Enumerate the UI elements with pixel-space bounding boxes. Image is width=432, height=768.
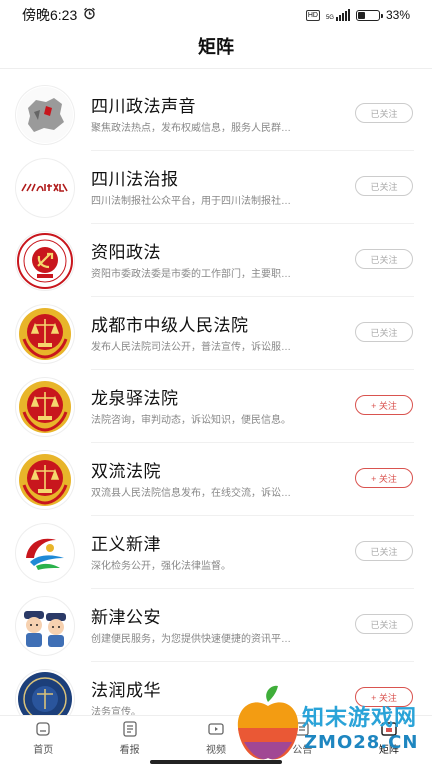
followed-button[interactable]: 已关注 bbox=[355, 176, 413, 196]
account-name: 龙泉驿法院 bbox=[91, 389, 179, 408]
net-type: 5G bbox=[325, 15, 334, 21]
account-name: 四川政法声音 bbox=[91, 97, 196, 116]
followed-button[interactable]: 已关注 bbox=[355, 614, 413, 634]
tab-home[interactable]: 首页 bbox=[0, 716, 86, 768]
account-name: 正义新津 bbox=[91, 535, 161, 554]
list-item[interactable]: 四川法治报 四川法制报社公众平台，用于四川法制报社… 已关注 bbox=[0, 151, 432, 224]
hd-badge: HD bbox=[305, 9, 320, 21]
procuratorate-logo-icon bbox=[16, 524, 74, 582]
tab-label: 看报 bbox=[119, 745, 140, 756]
account-desc: 聚焦政法热点，发布权威信息，服务人民群… bbox=[91, 123, 291, 134]
followed-button[interactable]: 已关注 bbox=[355, 322, 413, 342]
list-item[interactable]: 成都市中级人民法院 发布人民法院司法公开，普法宣传，诉讼服… 已关注 bbox=[0, 297, 432, 370]
status-bar: 傍晚6:23 HD 5G 33% bbox=[0, 0, 432, 30]
list-item[interactable]: 新津公安 创建便民服务，为您提供快速便捷的资讯平… 已关注 bbox=[0, 589, 432, 662]
video-icon bbox=[207, 720, 225, 738]
signal-icon: 5G bbox=[326, 9, 350, 21]
list-item[interactable]: 资阳政法 资阳市委政法委是市委的工作部门，主要职… 已关注 bbox=[0, 224, 432, 297]
account-desc: 资阳市委政法委是市委的工作部门，主要职… bbox=[91, 269, 291, 280]
page-title: 矩阵 bbox=[198, 37, 234, 57]
court-emblem-logo-icon bbox=[16, 305, 74, 363]
account-name: 成都市中级人民法院 bbox=[91, 316, 249, 335]
status-left: 傍晚6:23 bbox=[22, 5, 96, 25]
follow-button[interactable]: + 关注 bbox=[355, 468, 413, 488]
apple-logo-icon bbox=[237, 685, 299, 760]
account-desc: 法院咨询，审判动态，诉讼知识，便民信息。 bbox=[91, 415, 291, 426]
sichuan-map-logo-icon bbox=[16, 86, 74, 144]
list-item[interactable]: 四川政法声音 聚焦政法热点，发布权威信息，服务人民群… 已关注 bbox=[0, 78, 432, 151]
alarm-icon bbox=[83, 7, 96, 23]
list-item[interactable]: 双流法院 双流县人民法院信息发布，在线交流，诉讼… + 关注 bbox=[0, 443, 432, 516]
police-cartoon-logo-icon bbox=[16, 597, 74, 655]
follow-button[interactable]: + 关注 bbox=[355, 395, 413, 415]
tab-label: 首页 bbox=[33, 745, 54, 756]
status-time: 傍晚6:23 bbox=[22, 7, 78, 23]
court-emblem-logo-icon bbox=[16, 451, 74, 509]
followed-button[interactable]: 已关注 bbox=[355, 103, 413, 123]
home-indicator bbox=[150, 760, 282, 764]
tab-label: 视频 bbox=[206, 745, 227, 756]
court-emblem-logo-icon bbox=[16, 378, 74, 436]
account-desc: 四川法制报社公众平台，用于四川法制报社… bbox=[91, 196, 291, 207]
watermark-url: ZMO28.CN bbox=[304, 732, 419, 753]
account-name: 双流法院 bbox=[91, 462, 161, 481]
watermark-text: 知末游戏网 bbox=[302, 706, 418, 731]
account-name: 新津公安 bbox=[91, 608, 161, 627]
account-desc: 发布人民法院司法公开，普法宣传，诉讼服… bbox=[91, 342, 291, 353]
account-desc: 创建便民服务，为您提供快速便捷的资讯平… bbox=[91, 634, 291, 645]
account-list: 四川政法声音 聚焦政法热点，发布权威信息，服务人民群… 已关注 四川法治报 四川… bbox=[0, 78, 432, 735]
account-desc: 深化检务公开，强化法律监督。 bbox=[91, 561, 231, 572]
newspaper-logo-icon bbox=[16, 159, 74, 217]
account-name: 四川法治报 bbox=[91, 170, 179, 189]
watermark: 知末游戏网 ZMO28.CN bbox=[232, 678, 432, 768]
party-emblem-logo-icon bbox=[16, 232, 74, 290]
battery-icon bbox=[355, 9, 383, 21]
account-name: 资阳政法 bbox=[91, 243, 161, 262]
battery-percent: 33% bbox=[385, 8, 410, 22]
header-divider bbox=[0, 68, 432, 69]
followed-button[interactable]: 已关注 bbox=[355, 541, 413, 561]
account-name: 法润成华 bbox=[91, 681, 161, 700]
home-icon bbox=[34, 720, 52, 738]
status-right: HD 5G 33% bbox=[305, 8, 410, 22]
account-desc: 双流县人民法院信息发布，在线交流，诉讼… bbox=[91, 488, 291, 499]
list-item[interactable]: 正义新津 深化检务公开，强化法律监督。 已关注 bbox=[0, 516, 432, 589]
followed-button[interactable]: 已关注 bbox=[355, 249, 413, 269]
list-item[interactable]: 龙泉驿法院 法院咨询，审判动态，诉讼知识，便民信息。 + 关注 bbox=[0, 370, 432, 443]
newspaper-icon bbox=[121, 720, 139, 738]
